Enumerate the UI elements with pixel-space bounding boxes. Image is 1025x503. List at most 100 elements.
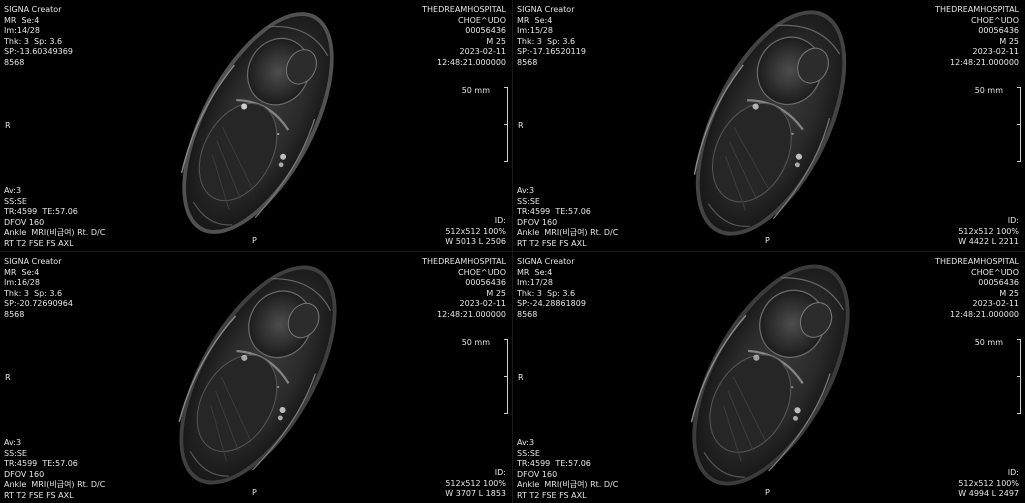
overlay-line: CHOE^UDO (935, 16, 1019, 27)
overlay-line: Ankle MRI(비급여) Rt. D/C (517, 228, 618, 239)
overlay-bottom-right: ID:512x512 100%W 4994 L 2497 (958, 468, 1019, 500)
overlay-line: Im:15/28 (517, 26, 586, 37)
orientation-marker-bottom: P (252, 488, 257, 497)
overlay-line: Im:17/28 (517, 278, 586, 289)
overlay-line: CHOE^UDO (422, 16, 506, 27)
overlay-line: 00056436 (935, 26, 1019, 37)
overlay-bottom-left: Av:3SS:SETR:4599 TE:57.06DFOV 160Ankle M… (4, 186, 105, 249)
scale-bar-label: 50 mm (975, 338, 1003, 347)
scale-bar-tick (1017, 87, 1020, 88)
overlay-line: SIGNA Creator (4, 5, 73, 16)
overlay-line: SS:SE (4, 449, 105, 460)
overlay-line: 12:48:21.000000 (935, 58, 1019, 69)
overlay-line: SS:SE (517, 449, 618, 460)
overlay-line: SP:-17.16520119 (517, 47, 586, 58)
overlay-line: TR:4599 TE:57.06 (4, 207, 105, 218)
scale-bar (502, 339, 508, 414)
scale-bar-label: 50 mm (975, 86, 1003, 95)
overlay-line: SS:SE (4, 197, 105, 208)
overlay-line: 8568 (4, 310, 73, 321)
overlay-line: W 3707 L 1853 (445, 489, 506, 500)
overlay-line: Av:3 (517, 186, 618, 197)
overlay-line: 00056436 (935, 278, 1019, 289)
overlay-line: SIGNA Creator (517, 5, 586, 16)
overlay-top-right: THEDREAMHOSPITALCHOE^UDO00056436M 252023… (422, 257, 506, 320)
scale-bar (502, 87, 508, 162)
overlay-line: Ankle MRI(비급여) Rt. D/C (517, 480, 618, 491)
overlay-line: 2023-02-11 (935, 299, 1019, 310)
orientation-marker-bottom: P (252, 236, 257, 245)
scale-bar-tick (1017, 413, 1020, 414)
overlay-line: SIGNA Creator (517, 257, 586, 268)
overlay-top-left: SIGNA CreatorMR Se:4Im:15/28Thk: 3 Sp: 3… (517, 5, 586, 68)
overlay-top-left: SIGNA CreatorMR Se:4Im:17/28Thk: 3 Sp: 3… (517, 257, 586, 320)
overlay-top-left: SIGNA CreatorMR Se:4Im:16/28Thk: 3 Sp: 3… (4, 257, 73, 320)
overlay-line: Im:16/28 (4, 278, 73, 289)
overlay-line: TR:4599 TE:57.06 (517, 207, 618, 218)
overlay-line: ID: (445, 468, 506, 479)
orientation-marker-left: R (518, 373, 524, 382)
overlay-top-right: THEDREAMHOSPITALCHOE^UDO00056436M 252023… (935, 5, 1019, 68)
overlay-line: SS:SE (517, 197, 618, 208)
scale-bar-tick (1017, 161, 1020, 162)
overlay-line: 8568 (517, 58, 586, 69)
overlay-line: 8568 (517, 310, 586, 321)
viewport-2[interactable]: SIGNA CreatorMR Se:4Im:15/28Thk: 3 Sp: 3… (513, 0, 1025, 251)
orientation-marker-left: R (518, 121, 524, 130)
scale-bar-tick (504, 161, 507, 162)
scale-bar-tick (504, 376, 507, 377)
scale-bar-label: 50 mm (462, 338, 490, 347)
overlay-line: Ankle MRI(비급여) Rt. D/C (4, 480, 105, 491)
overlay-line: M 25 (935, 289, 1019, 300)
orientation-marker-bottom: P (765, 488, 770, 497)
orientation-marker-left: R (5, 373, 11, 382)
scale-bar-tick (504, 87, 507, 88)
overlay-line: 00056436 (422, 278, 506, 289)
scale-bar-label: 50 mm (462, 86, 490, 95)
overlay-line: W 5013 L 2506 (445, 237, 506, 248)
overlay-line: 2023-02-11 (935, 47, 1019, 58)
overlay-bottom-left: Av:3SS:SETR:4599 TE:57.06DFOV 160Ankle M… (517, 186, 618, 249)
overlay-bottom-right: ID:512x512 100%W 4422 L 2211 (958, 216, 1019, 248)
scale-bar-tick (504, 413, 507, 414)
overlay-line: Av:3 (4, 186, 105, 197)
overlay-line: Im:14/28 (4, 26, 73, 37)
viewport-1[interactable]: SIGNA CreatorMR Se:4Im:14/28Thk: 3 Sp: 3… (0, 0, 512, 251)
overlay-line: Av:3 (4, 438, 105, 449)
overlay-line: RT T2 FSE FS AXL (4, 491, 105, 502)
overlay-line: SIGNA Creator (4, 257, 73, 268)
scale-bar (1015, 87, 1021, 162)
overlay-line: CHOE^UDO (422, 268, 506, 279)
overlay-line: RT T2 FSE FS AXL (4, 239, 105, 250)
overlay-line: Thk: 3 Sp: 3.6 (517, 289, 586, 300)
viewport-3[interactable]: SIGNA CreatorMR Se:4Im:16/28Thk: 3 Sp: 3… (0, 252, 512, 503)
overlay-line: W 4994 L 2497 (958, 489, 1019, 500)
overlay-line: 512x512 100% (958, 227, 1019, 238)
overlay-line: M 25 (935, 37, 1019, 48)
overlay-line: ID: (958, 468, 1019, 479)
scale-bar-tick (1017, 376, 1020, 377)
orientation-marker-left: R (5, 121, 11, 130)
overlay-line: ID: (445, 216, 506, 227)
overlay-line: 8568 (4, 58, 73, 69)
overlay-line: MR Se:4 (4, 268, 73, 279)
overlay-line: 512x512 100% (445, 227, 506, 238)
mri-viewer-grid: SIGNA CreatorMR Se:4Im:14/28Thk: 3 Sp: 3… (0, 0, 1025, 503)
overlay-line: ID: (958, 216, 1019, 227)
overlay-line: 512x512 100% (445, 479, 506, 490)
scale-bar-tick (504, 124, 507, 125)
scale-bar-tick (504, 339, 507, 340)
overlay-line: Av:3 (517, 438, 618, 449)
overlay-line: TR:4599 TE:57.06 (4, 459, 105, 470)
overlay-line: MR Se:4 (517, 268, 586, 279)
overlay-bottom-right: ID:512x512 100%W 5013 L 2506 (445, 216, 506, 248)
overlay-line: SP:-24.28861809 (517, 299, 586, 310)
orientation-marker-bottom: P (765, 236, 770, 245)
overlay-line: CHOE^UDO (935, 268, 1019, 279)
overlay-line: Thk: 3 Sp: 3.6 (517, 37, 586, 48)
overlay-line: Ankle MRI(비급여) Rt. D/C (4, 228, 105, 239)
viewport-4[interactable]: SIGNA CreatorMR Se:4Im:17/28Thk: 3 Sp: 3… (513, 252, 1025, 503)
overlay-line: 512x512 100% (958, 479, 1019, 490)
scale-bar-tick (1017, 124, 1020, 125)
overlay-line: DFOV 160 (517, 218, 618, 229)
